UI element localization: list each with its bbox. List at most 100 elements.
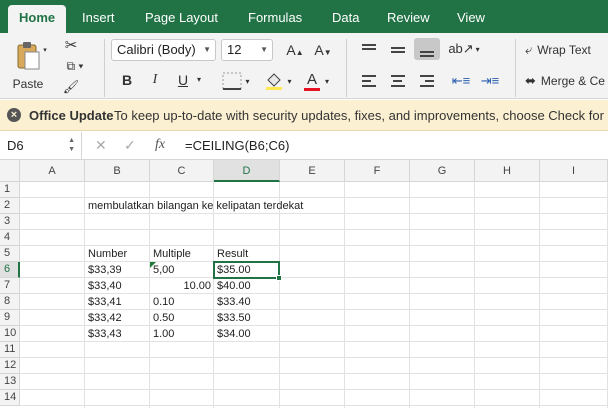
formula-input[interactable]: =CEILING(B6;C6) [185,138,289,153]
align-top-button[interactable] [356,38,382,60]
tab-review[interactable]: Review [387,0,430,33]
cell-d10[interactable]: $34.00 [217,326,251,342]
row-header-2[interactable]: 2 [0,198,20,214]
copy-icon[interactable]: ⧉ ▾ [60,56,90,76]
message-text: To keep up-to-date with security updates… [114,108,608,123]
divider [104,39,105,97]
row-header-4[interactable]: 4 [0,230,20,246]
column-header-i[interactable]: I [540,160,608,182]
cell-b10[interactable]: $33,43 [88,326,122,342]
office-update-message-bar: × Office Update To keep up-to-date with … [0,100,608,131]
wrap-text-icon: ⤶ [525,42,533,57]
cell-c7[interactable]: 10.00 [153,278,211,294]
gridline [344,182,345,408]
increase-indent-icon[interactable]: ⇥≡ [476,70,504,92]
column-header-a[interactable]: A [20,160,85,182]
row-header-1[interactable]: 1 [0,182,20,198]
bold-button[interactable]: B [116,69,138,91]
cell-b7[interactable]: $33,40 [88,278,122,294]
spreadsheet-grid[interactable]: A B C D E F G H I 1 2 3 4 5 6 7 8 9 10 11 12 13 14 membulatkan … [0,160,608,408]
tab-view[interactable]: View [457,0,485,33]
merge-center-button[interactable]: ⬌ Merge & Ce [525,71,608,91]
cell-b2[interactable]: membulatkan bilangan ke kelipatan terdek… [88,198,303,214]
row-header-13[interactable]: 13 [0,374,20,390]
font-name-dropdown[interactable]: Calibri (Body) ▼ [111,39,216,61]
tab-home[interactable]: Home [8,5,67,33]
align-right-button[interactable] [414,70,440,92]
cell-c8[interactable]: 0.10 [153,294,174,310]
column-header-e[interactable]: E [280,160,345,182]
gridline [20,389,608,390]
fill-handle[interactable] [276,275,282,281]
select-all-corner[interactable] [0,160,20,182]
fill-color-button[interactable]: ▾ [260,70,296,92]
borders-button[interactable]: ▾ [218,70,254,92]
enter-icon[interactable]: ✓ [124,137,136,154]
column-header-b[interactable]: B [85,160,150,182]
column-header-d[interactable]: D [214,160,280,182]
cell-d5[interactable]: Result [217,246,248,262]
cell-c10[interactable]: 1.00 [153,326,174,342]
name-box-spinner-icon[interactable]: ▲ ▼ [68,136,75,154]
paste-options-caret-icon[interactable]: ▾ [40,45,50,55]
font-color-button[interactable]: A ▾ [298,70,334,92]
cancel-icon[interactable]: ✕ [95,137,107,154]
row-header-11[interactable]: 11 [0,342,20,358]
cell-b6[interactable]: $33,39 [88,262,122,278]
gridline [279,182,280,408]
align-bottom-button[interactable] [414,38,440,60]
error-indicator-icon[interactable] [150,262,156,268]
cell-b5[interactable]: Number [88,246,127,262]
row-header-5[interactable]: 5 [0,246,20,262]
cell-d8[interactable]: $33.40 [217,294,251,310]
wrap-text-button[interactable]: ⤶ Wrap Text [525,40,608,60]
tab-insert[interactable]: Insert [82,0,115,33]
ribbon-tab-bar: Home Insert Page Layout Formulas Data Re… [0,0,608,33]
italic-button[interactable]: I [144,69,166,91]
tab-formulas[interactable]: Formulas [248,0,302,33]
align-middle-button[interactable] [385,38,411,60]
cell-c9[interactable]: 0.50 [153,310,174,326]
divider [346,39,347,97]
column-header-h[interactable]: H [475,160,540,182]
font-size-dropdown[interactable]: 12 ▼ [221,39,273,61]
chevron-down-icon: ▾ [324,76,329,86]
underline-button[interactable]: U [172,69,194,91]
underline-caret-icon[interactable]: ▾ [194,69,204,91]
orientation-button[interactable]: ab↗ ▾ [446,38,482,60]
tab-page-layout[interactable]: Page Layout [145,0,218,33]
cell-c5[interactable]: Multiple [153,246,191,262]
row-header-3[interactable]: 3 [0,214,20,230]
cell-c6[interactable]: 5,00 [153,262,174,278]
row-header-8[interactable]: 8 [0,294,20,310]
column-header-f[interactable]: F [345,160,410,182]
close-icon[interactable]: × [7,108,21,122]
cell-d9[interactable]: $33.50 [217,310,251,326]
row-header-14[interactable]: 14 [0,390,20,406]
column-header-c[interactable]: C [150,160,214,182]
message-title: Office Update [29,108,114,123]
row-header-9[interactable]: 9 [0,310,20,326]
cell-b9[interactable]: $33,42 [88,310,122,326]
chevron-down-icon: ▾ [475,44,480,54]
increase-font-size-icon[interactable]: A▲ [282,39,308,61]
name-box-value: D6 [7,138,24,153]
tab-data[interactable]: Data [332,0,359,33]
row-header-6[interactable]: 6 [0,262,20,278]
insert-function-button[interactable]: fx [155,137,165,153]
decrease-indent-icon[interactable]: ⇤≡ [447,70,475,92]
name-box[interactable]: D6 ▲ ▼ [0,132,82,159]
format-painter-icon[interactable]: 🖌 [60,77,82,97]
row-header-12[interactable]: 12 [0,358,20,374]
row-header-7[interactable]: 7 [0,278,20,294]
row-header-10[interactable]: 10 [0,326,20,342]
align-left-button[interactable] [356,70,382,92]
cut-icon[interactable]: ✂ [60,35,82,55]
chevron-down-icon: ▾ [245,76,250,86]
cell-b8[interactable]: $33,41 [88,294,122,310]
align-center-button[interactable] [385,70,411,92]
decrease-font-size-icon[interactable]: A▼ [310,39,336,61]
chevron-down-icon: ▾ [287,76,292,86]
cell-d7[interactable]: $40.00 [217,278,251,294]
column-header-g[interactable]: G [410,160,475,182]
